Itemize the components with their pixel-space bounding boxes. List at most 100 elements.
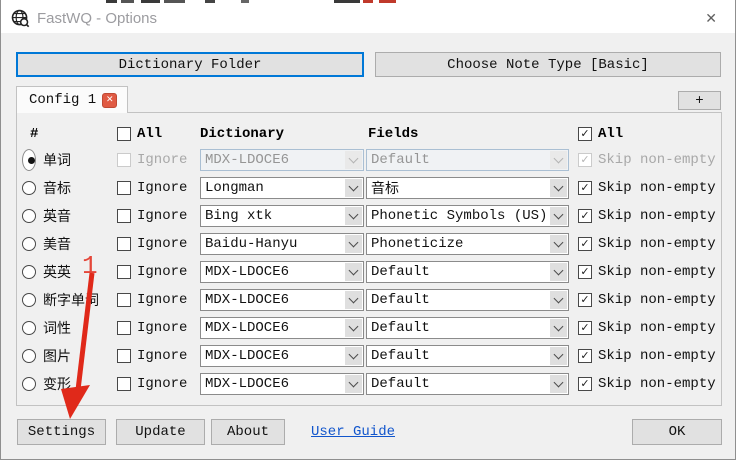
row-skip: Skip non-empty	[572, 348, 721, 364]
fields-select[interactable]: 音标	[366, 177, 569, 199]
dictionary-select[interactable]: Baidu-Hanyu	[200, 233, 364, 255]
fields-select[interactable]: Default	[366, 289, 569, 311]
chevron-down-icon	[550, 347, 567, 365]
dictionary-select[interactable]: MDX-LDOCE6	[200, 289, 364, 311]
ignore-label: Ignore	[137, 180, 188, 196]
fields-select[interactable]: Default	[366, 149, 569, 171]
row-word-type: 词性	[22, 318, 117, 338]
table-header: # All Dictionary Fields All	[17, 122, 721, 146]
options-dialog: FastWQ - Options ✕ Dictionary Folder Cho…	[0, 0, 736, 460]
row-word-type: 断字单词	[22, 290, 117, 310]
row-radio[interactable]	[22, 377, 36, 391]
dictionary-select-value: MDX-LDOCE6	[205, 152, 290, 168]
dictionary-select-value: MDX-LDOCE6	[205, 320, 290, 336]
row-label: 美音	[43, 238, 71, 254]
row-label: 变形	[43, 378, 71, 394]
row-skip: Skip non-empty	[572, 208, 721, 224]
row-radio[interactable]	[22, 349, 36, 363]
tab-label: Config 1	[29, 92, 97, 108]
chevron-down-icon	[345, 347, 362, 365]
skip-checkbox[interactable]	[578, 181, 592, 195]
dictionary-select[interactable]: Longman	[200, 177, 364, 199]
row-ignore: Ignore	[117, 376, 200, 392]
about-button[interactable]: About	[211, 419, 285, 445]
row-ignore: Ignore	[117, 208, 200, 224]
chevron-down-icon	[345, 235, 362, 253]
skip-label: Skip non-empty	[598, 236, 716, 252]
ignore-checkbox[interactable]	[117, 153, 131, 167]
ignore-checkbox[interactable]	[117, 237, 131, 251]
dictionary-folder-button[interactable]: Dictionary Folder	[16, 52, 364, 77]
skip-label: Skip non-empty	[598, 264, 716, 280]
row-label: 英英	[43, 266, 71, 282]
dictionary-select[interactable]: Bing xtk	[200, 205, 364, 227]
row-label: 单词	[43, 154, 71, 170]
row-skip: Skip non-empty	[572, 236, 721, 252]
tab-config-1[interactable]: Config 1 ✕	[16, 86, 128, 113]
ignore-checkbox[interactable]	[117, 265, 131, 279]
ignore-checkbox[interactable]	[117, 181, 131, 195]
fields-select[interactable]: Default	[366, 373, 569, 395]
row-radio[interactable]	[22, 237, 36, 251]
settings-button[interactable]: Settings	[17, 419, 106, 445]
row-radio[interactable]	[22, 293, 36, 307]
chevron-down-icon	[345, 263, 362, 281]
row-skip: Skip non-empty	[572, 152, 721, 168]
fields-select[interactable]: Default	[366, 261, 569, 283]
skip-checkbox[interactable]	[578, 293, 592, 307]
skip-checkbox[interactable]	[578, 209, 592, 223]
dictionary-select[interactable]: MDX-LDOCE6	[200, 345, 364, 367]
row-word-type: 英英	[22, 262, 117, 282]
row-label: 断字单词	[43, 294, 99, 310]
ignore-checkbox[interactable]	[117, 321, 131, 335]
skip-checkbox[interactable]	[578, 265, 592, 279]
chevron-down-icon	[550, 207, 567, 225]
row-label: 英音	[43, 210, 71, 226]
fields-select-value: Default	[371, 152, 430, 168]
skip-checkbox[interactable]	[578, 237, 592, 251]
dictionary-select[interactable]: MDX-LDOCE6	[200, 261, 364, 283]
add-config-button[interactable]: +	[678, 91, 721, 110]
fields-select[interactable]: Default	[366, 317, 569, 339]
row-radio[interactable]	[22, 209, 36, 223]
ok-button[interactable]: OK	[632, 419, 722, 445]
dictionary-select[interactable]: MDX-LDOCE6	[200, 317, 364, 339]
header-all-ignore: All	[117, 126, 200, 142]
header-all-ignore-checkbox[interactable]	[117, 127, 131, 141]
row-label: 图片	[43, 350, 71, 366]
row-radio[interactable]	[22, 265, 36, 279]
close-window-icon[interactable]: ✕	[697, 9, 725, 29]
ignore-checkbox[interactable]	[117, 377, 131, 391]
column-header-fields: Fields	[368, 126, 419, 142]
skip-label: Skip non-empty	[598, 376, 716, 392]
ignore-checkbox[interactable]	[117, 349, 131, 363]
row-radio[interactable]	[22, 149, 36, 171]
skip-checkbox[interactable]	[578, 153, 592, 167]
chevron-down-icon	[550, 151, 567, 169]
chevron-down-icon	[345, 319, 362, 337]
choose-note-type-button[interactable]: Choose Note Type [Basic]	[375, 52, 721, 77]
table-row: 英音 Ignore Bing xtk Phonetic Symbols (US)	[17, 202, 721, 230]
ignore-checkbox[interactable]	[117, 293, 131, 307]
dictionary-select[interactable]: MDX-LDOCE6	[200, 149, 364, 171]
dictionary-select[interactable]: MDX-LDOCE6	[200, 373, 364, 395]
skip-checkbox[interactable]	[578, 349, 592, 363]
update-button[interactable]: Update	[116, 419, 205, 445]
fields-select[interactable]: Default	[366, 345, 569, 367]
table-row: 图片 Ignore MDX-LDOCE6 Default Ski	[17, 342, 721, 370]
skip-checkbox[interactable]	[578, 321, 592, 335]
column-header-number: #	[30, 126, 39, 142]
chevron-down-icon	[345, 207, 362, 225]
user-guide-link[interactable]: User Guide	[311, 424, 395, 440]
dictionary-select-value: Longman	[205, 180, 264, 196]
tab-close-icon[interactable]: ✕	[102, 92, 118, 108]
row-radio[interactable]	[22, 181, 36, 195]
skip-label: Skip non-empty	[598, 180, 716, 196]
fields-select[interactable]: Phoneticize	[366, 233, 569, 255]
row-radio[interactable]	[22, 321, 36, 335]
header-all-skip-checkbox[interactable]	[578, 127, 592, 141]
fields-select[interactable]: Phonetic Symbols (US)	[366, 205, 569, 227]
skip-checkbox[interactable]	[578, 377, 592, 391]
ignore-checkbox[interactable]	[117, 209, 131, 223]
header-all-skip: All	[572, 126, 721, 142]
